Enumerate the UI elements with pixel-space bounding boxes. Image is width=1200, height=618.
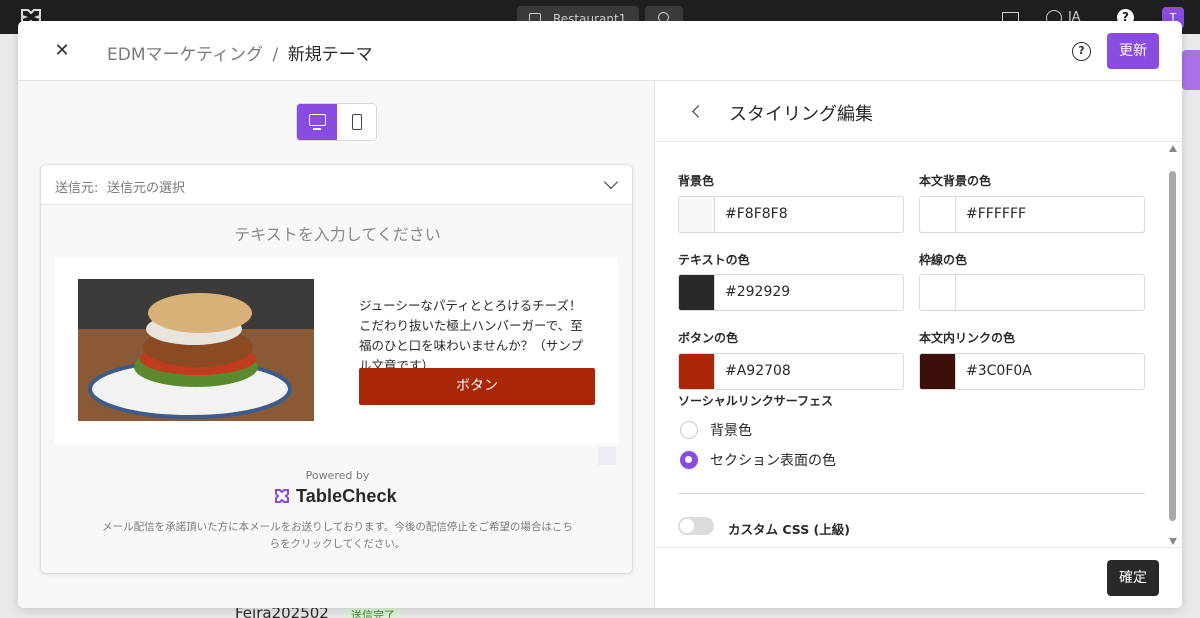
close-button[interactable]: ✕ xyxy=(52,41,72,61)
divider xyxy=(678,493,1145,494)
radio-option-section-surface[interactable]: セクション表面の色 xyxy=(680,450,836,470)
background-color-field[interactable]: #F8F8F8 xyxy=(678,196,904,233)
breadcrumb-separator: / xyxy=(272,45,279,65)
border-color-swatch[interactable] xyxy=(920,275,956,310)
modal-header: ✕ EDMマーケティング / 新規テーマ ? 更新 xyxy=(18,21,1182,81)
content-block[interactable]: ジューシーなパティととろけるチーズ！こだわり抜いた極上ハンバーガーで、至福のひと… xyxy=(55,257,618,444)
sender-label: 送信元: xyxy=(55,181,99,196)
body-text[interactable]: ジューシーなパティととろけるチーズ！こだわり抜いた極上ハンバーガーで、至福のひと… xyxy=(359,296,591,376)
body-background-color-hex[interactable]: #FFFFFF xyxy=(956,197,1026,232)
button-color-label: ボタンの色 xyxy=(678,331,739,345)
email-body: テキストを入力してください ジューシーなパティととろけるチーズ！こだわり抜いた極… xyxy=(41,205,632,573)
social-surface-label: ソーシャルリンクサーフェス xyxy=(678,394,834,408)
custom-css-label: カスタム CSS (上級) xyxy=(728,522,850,537)
link-color-hex[interactable]: #3C0F0A xyxy=(956,354,1032,389)
text-color-hex[interactable]: #292929 xyxy=(715,275,790,310)
sender-select[interactable]: 送信元: 送信元の選択 xyxy=(41,165,632,205)
theme-editor-modal: ✕ EDMマーケティング / 新規テーマ ? 更新 送信元: 送信元の選択 テキ… xyxy=(18,21,1182,608)
confirm-button[interactable]: 確定 xyxy=(1107,560,1159,596)
text-color-swatch[interactable] xyxy=(679,275,715,310)
radio-button[interactable] xyxy=(680,451,698,469)
section-handle[interactable] xyxy=(598,447,616,465)
chevron-down-icon xyxy=(603,174,619,190)
breadcrumb: EDMマーケティング / 新規テーマ xyxy=(107,40,373,65)
styling-footer: 確定 xyxy=(656,547,1182,608)
border-color-hex[interactable] xyxy=(956,275,966,310)
text-color-label: テキストの色 xyxy=(678,253,750,267)
button-color-field[interactable]: #A92708 xyxy=(678,353,904,390)
sender-value: 送信元の選択 xyxy=(107,181,186,196)
email-preview-card: 送信元: 送信元の選択 テキストを入力してください ジューシーなパティととろける… xyxy=(40,164,633,574)
link-color-field[interactable]: #3C0F0A xyxy=(919,353,1145,390)
body-background-color-field[interactable]: #FFFFFF xyxy=(919,196,1145,233)
radio-option-background[interactable]: 背景色 xyxy=(680,420,752,440)
tablecheck-logo-icon xyxy=(275,489,289,503)
button-color-hex[interactable]: #A92708 xyxy=(715,354,791,389)
text-color-field[interactable]: #292929 xyxy=(678,274,904,311)
background-color-label: 背景色 xyxy=(678,174,715,188)
tablecheck-logo: TableCheck xyxy=(274,485,397,507)
link-color-swatch[interactable] xyxy=(920,354,956,389)
brand-name: TableCheck xyxy=(296,485,397,506)
radio-label: 背景色 xyxy=(710,423,752,439)
help-button[interactable]: ? xyxy=(1072,42,1091,61)
breadcrumb-parent[interactable]: EDMマーケティング xyxy=(107,45,263,65)
body-background-color-label: 本文背景の色 xyxy=(919,174,992,188)
scroll-down-arrow-icon[interactable] xyxy=(1169,538,1177,545)
radio-button[interactable] xyxy=(680,421,698,439)
background-color-hex[interactable]: #F8F8F8 xyxy=(715,197,788,232)
burger-image xyxy=(78,279,314,421)
desktop-view-button[interactable] xyxy=(297,104,337,140)
breadcrumb-current: 新規テーマ xyxy=(287,45,373,65)
back-chevron-icon[interactable] xyxy=(692,105,705,118)
mobile-view-button[interactable] xyxy=(337,104,377,140)
email-cta-button[interactable]: ボタン xyxy=(359,368,595,405)
device-toggle xyxy=(296,103,377,141)
styling-title: スタイリング編集 xyxy=(729,104,873,125)
button-color-swatch[interactable] xyxy=(679,354,715,389)
border-color-label: 枠線の色 xyxy=(919,253,968,267)
border-color-field[interactable] xyxy=(919,274,1145,311)
desktop-icon xyxy=(309,114,326,130)
styling-pane: スタイリング編集 背景色 #F8F8F8 本文背景の色 #FFFFFF テキスト… xyxy=(656,81,1182,608)
scroll-up-arrow-icon[interactable] xyxy=(1169,145,1177,152)
body-background-color-swatch[interactable] xyxy=(920,197,956,232)
radio-label: セクション表面の色 xyxy=(710,453,836,469)
link-color-label: 本文内リンクの色 xyxy=(919,331,1016,345)
unsubscribe-text[interactable]: メール配信を承諾頂いた方に本メールをお送りしております。今後の配信停止をご希望の… xyxy=(101,519,574,553)
email-preview-pane: 送信元: 送信元の選択 テキストを入力してください ジューシーなパティととろける… xyxy=(18,81,655,608)
scrollbar-thumb[interactable] xyxy=(1169,171,1176,521)
background-action-button xyxy=(1182,50,1200,90)
background-color-swatch[interactable] xyxy=(679,197,715,232)
mobile-icon xyxy=(351,114,362,130)
custom-css-toggle[interactable] xyxy=(678,517,714,535)
email-headline[interactable]: テキストを入力してください xyxy=(41,221,632,245)
styling-header: スタイリング編集 xyxy=(656,81,1182,142)
update-button[interactable]: 更新 xyxy=(1107,33,1159,69)
powered-by-label: Powered by xyxy=(305,469,370,482)
